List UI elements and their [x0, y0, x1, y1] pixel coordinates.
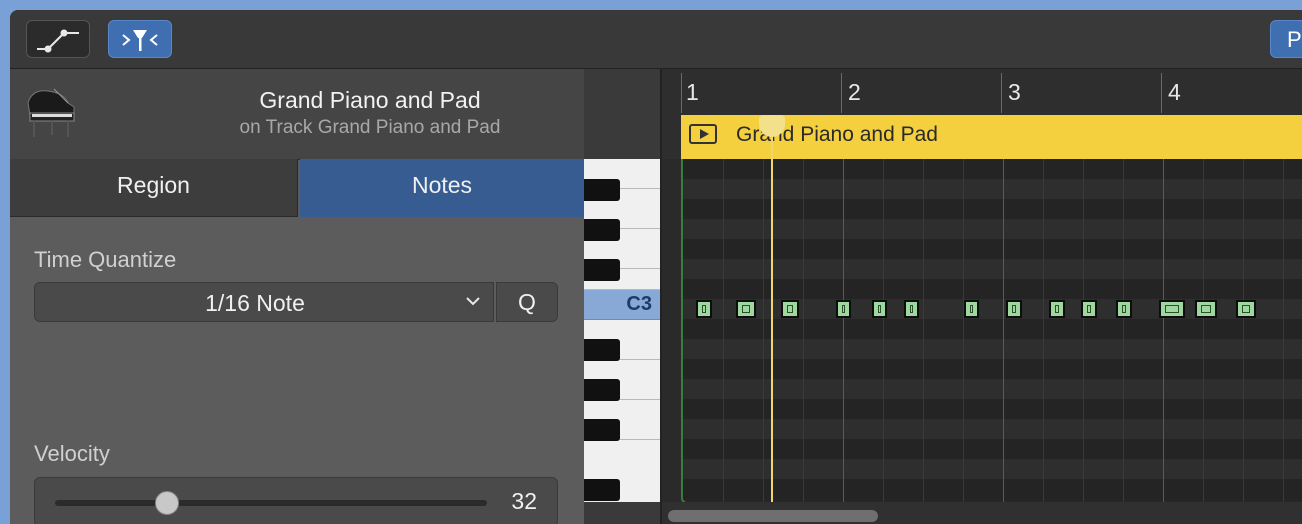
- grid-beat-line: [883, 159, 884, 502]
- midi-note[interactable]: [836, 300, 851, 318]
- track-subtitle: on Track Grand Piano and Pad: [239, 117, 501, 138]
- ruler-tick: [1001, 73, 1002, 113]
- midi-note[interactable]: [1049, 300, 1065, 318]
- black-key[interactable]: [584, 179, 620, 201]
- black-key[interactable]: [584, 379, 620, 401]
- midi-note[interactable]: [1236, 300, 1256, 318]
- grid-row: [683, 199, 1302, 219]
- inspector-tabs: Region Notes: [10, 159, 584, 217]
- quantize-button[interactable]: Q: [496, 282, 558, 322]
- grid-beat-line: [723, 159, 724, 502]
- midi-note[interactable]: [781, 300, 799, 318]
- midi-note[interactable]: [1006, 300, 1022, 318]
- grid-row: [683, 239, 1302, 259]
- grid-beat-line: [1043, 159, 1044, 502]
- grid-row: [683, 359, 1302, 379]
- black-key[interactable]: [584, 479, 620, 501]
- velocity-slider-track[interactable]: [55, 500, 487, 506]
- ruler-bar-1: 1: [686, 79, 699, 105]
- playhead-line[interactable]: [771, 117, 773, 524]
- grid-row: [683, 339, 1302, 359]
- ruler-tick: [681, 73, 682, 113]
- note-grid[interactable]: [681, 159, 1302, 504]
- chevron-down-icon: [466, 297, 480, 306]
- grid-row: [683, 379, 1302, 399]
- piano-keyboard[interactable]: C3: [584, 159, 660, 502]
- grid-beat-line: [1083, 159, 1084, 502]
- time-quantize-value: 1/16 Note: [205, 290, 305, 316]
- time-quantize-select[interactable]: 1/16 Note: [34, 282, 494, 322]
- midi-note[interactable]: [1195, 300, 1217, 318]
- midi-note[interactable]: [872, 300, 887, 318]
- midi-note[interactable]: [696, 300, 712, 318]
- grid-row: [683, 439, 1302, 459]
- grid-beat-line: [1203, 159, 1204, 502]
- key-c3-label: C3: [626, 293, 652, 315]
- black-key[interactable]: [584, 339, 620, 361]
- grid-beat-line: [803, 159, 804, 502]
- grid-beat-line: [923, 159, 924, 502]
- toolbar-right-button-label: P: [1287, 27, 1302, 52]
- grid-row: [683, 399, 1302, 419]
- grid-beat-line: [1123, 159, 1124, 502]
- tab-region[interactable]: Region: [10, 159, 298, 217]
- grid-beat-line: [963, 159, 964, 502]
- grid-row: [683, 279, 1302, 299]
- grid-bar-line: [1163, 159, 1164, 502]
- toolbar: P: [10, 10, 1302, 69]
- grid-row: [683, 179, 1302, 199]
- ruler-bar-3: 3: [1008, 79, 1021, 105]
- track-title: Grand Piano and Pad: [259, 87, 481, 113]
- black-key[interactable]: [584, 259, 620, 281]
- grid-row: [683, 459, 1302, 479]
- piano-roll-editor: 1 2 3 4 Grand Piano and Pad: [662, 69, 1302, 524]
- tab-notes[interactable]: Notes: [300, 159, 584, 217]
- ruler-tick: [841, 73, 842, 113]
- grid-row: [683, 159, 1302, 179]
- play-icon[interactable]: [689, 124, 717, 144]
- track-header: Grand Piano and Pad on Track Grand Piano…: [10, 69, 584, 160]
- midi-filter-icon: [122, 30, 158, 51]
- scrollbar-thumb[interactable]: [668, 510, 878, 522]
- midi-note[interactable]: [1081, 300, 1097, 318]
- midi-note[interactable]: [1116, 300, 1132, 318]
- velocity-slider-knob[interactable]: [155, 491, 179, 515]
- keyboard-footer: [584, 502, 660, 524]
- midi-note[interactable]: [1159, 300, 1185, 318]
- midi-note[interactable]: [736, 300, 756, 318]
- region-inspector: Grand Piano and Pad on Track Grand Piano…: [10, 69, 584, 524]
- velocity-control: 32: [34, 477, 558, 524]
- automation-curve-icon: [37, 29, 79, 53]
- grid-bar-line: [1003, 159, 1004, 502]
- grid-row: [683, 479, 1302, 499]
- grid-row: [683, 259, 1302, 279]
- midi-note[interactable]: [964, 300, 979, 318]
- horizontal-scrollbar[interactable]: [662, 502, 1302, 524]
- velocity-value: 32: [511, 488, 537, 514]
- grand-piano-icon: [27, 88, 75, 137]
- midi-filter-button[interactable]: [108, 20, 172, 58]
- time-quantize-label: Time Quantize: [34, 247, 177, 272]
- piano-roll-window: P Grand Piano and Pad on Track Grand Pia…: [10, 10, 1302, 524]
- automation-button[interactable]: [26, 20, 90, 58]
- grid-row: [683, 219, 1302, 239]
- black-key[interactable]: [584, 419, 620, 441]
- grid-row: [683, 419, 1302, 439]
- timeline-ruler[interactable]: 1 2 3 4 Grand Piano and Pad: [662, 69, 1302, 159]
- midi-note[interactable]: [904, 300, 919, 318]
- ruler-bar-4: 4: [1168, 79, 1181, 105]
- toolbar-right-button[interactable]: P: [1270, 20, 1302, 58]
- grid-beat-line: [763, 159, 764, 502]
- grid-beat-line: [1243, 159, 1244, 502]
- grid-bar-line: [843, 159, 844, 502]
- key-c3[interactable]: C3: [584, 290, 660, 320]
- grid-row: [683, 319, 1302, 339]
- black-key[interactable]: [584, 219, 620, 241]
- ruler-tick: [1161, 73, 1162, 113]
- grid-beat-line: [1283, 159, 1284, 502]
- velocity-label: Velocity: [34, 441, 110, 466]
- ruler-bar-2: 2: [848, 79, 861, 105]
